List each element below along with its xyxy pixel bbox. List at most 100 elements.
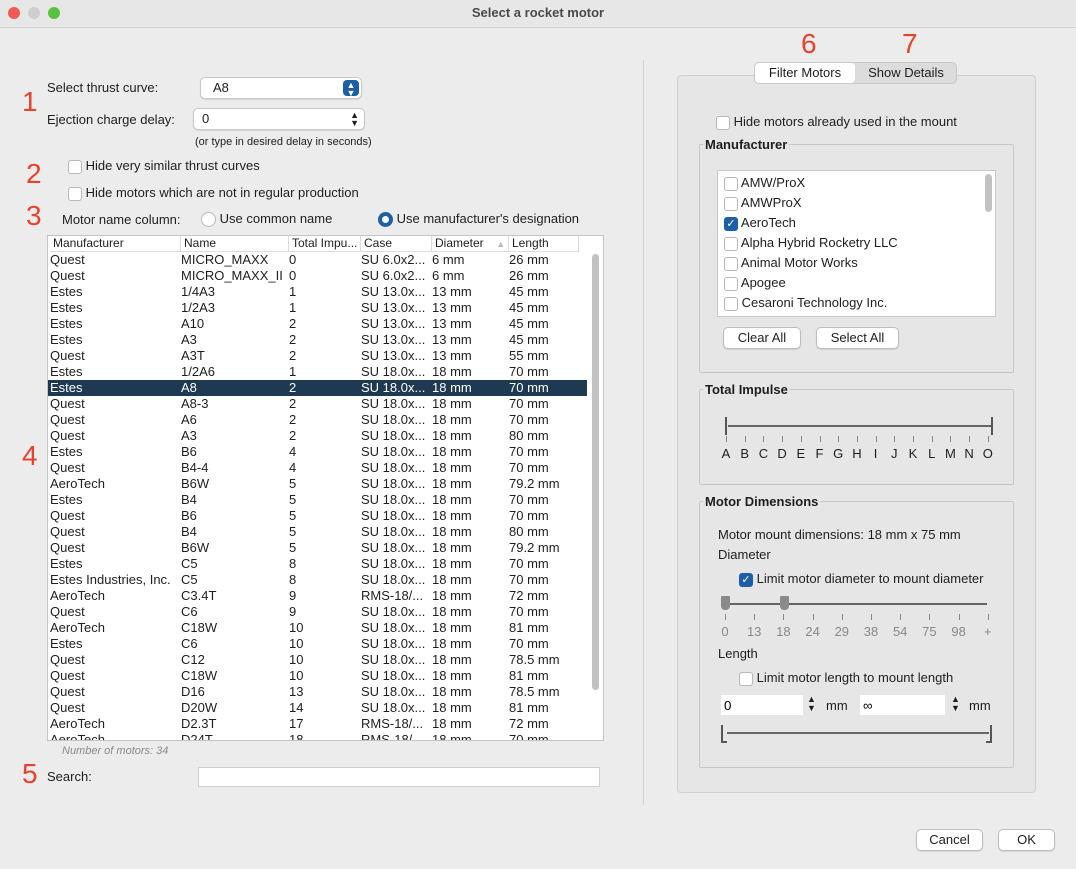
table-cell: AeroTech [50,476,105,491]
close-button[interactable] [8,7,20,19]
impulse-min-handle[interactable] [725,417,731,435]
table-row[interactable]: AeroTech D2.3T 17 RMS-18/... 18 mm 72 mm [48,716,587,732]
length-label: Length [718,646,758,661]
cancel-button[interactable]: Cancel [916,829,983,851]
table-cell: 70 mm [509,460,549,475]
zoom-button[interactable] [48,7,60,19]
minimize-button[interactable] [28,7,40,19]
table-row[interactable]: Quest B6 5 SU 18.0x... 18 mm 70 mm [48,508,587,524]
column-header[interactable]: Length [509,236,579,252]
select-all-button[interactable]: Select All [816,327,899,349]
diameter-tick-label: 98 [951,624,966,639]
manufacturer-item[interactable]: ✓ AeroTech [724,215,796,233]
table-row[interactable]: AeroTech C3.4T 9 RMS-18/... 18 mm 72 mm [48,588,587,604]
table-cell: SU 18.0x... [361,364,426,379]
table-cell: 72 mm [509,588,549,603]
length-max-input[interactable] [860,695,945,715]
manufacturer-scrollbar[interactable] [985,174,992,212]
hide-not-production-checkbox[interactable]: Hide motors which are not in regular pro… [68,185,359,201]
column-header[interactable]: Manufacturer [50,236,181,252]
clear-all-button[interactable]: Clear All [723,327,801,349]
table-row[interactable]: Estes 1/4A3 1 SU 13.0x... 13 mm 45 mm [48,284,587,300]
table-row[interactable]: Quest C12 10 SU 18.0x... 18 mm 78.5 mm [48,652,587,668]
column-header[interactable]: Diameter ▲ [432,236,509,252]
table-row[interactable]: Quest A6 2 SU 18.0x... 18 mm 70 mm [48,412,587,428]
table-row[interactable]: Quest B4 5 SU 18.0x... 18 mm 80 mm [48,524,587,540]
manufacturer-item[interactable]: Animal Motor Works [724,255,858,273]
ejection-delay-input[interactable]: 0 ▲ ▼ [193,108,365,130]
search-input[interactable] [198,767,600,787]
ok-button[interactable]: OK [998,829,1055,851]
column-header[interactable]: Total Impu... [289,236,361,252]
table-row[interactable]: Quest A3T 2 SU 13.0x... 13 mm 55 mm [48,348,587,364]
table-cell: 6 mm [432,252,465,267]
manufacturer-item[interactable]: Cesaroni Technology Inc. [724,295,887,313]
column-header[interactable]: Name [181,236,289,252]
table-cell: SU 13.0x... [361,284,426,299]
manufacturer-item[interactable]: AMWProX [724,195,802,213]
impulse-class-label: G [833,446,844,461]
table-row[interactable]: Quest B4-4 4 SU 18.0x... 18 mm 70 mm [48,460,587,476]
limit-diameter-checkbox[interactable]: ✓ Limit motor diameter to mount diameter [739,571,984,587]
length-max-handle[interactable] [986,725,992,743]
diameter-slider[interactable] [727,603,987,605]
table-row[interactable]: AeroTech D24T 18 RMS-18/... 18 mm 70 mm [48,732,587,740]
table-row[interactable]: Estes A3 2 SU 13.0x... 13 mm 45 mm [48,332,587,348]
manufacturer-item[interactable]: AMW/ProX [724,175,805,193]
table-cell: 18 mm [432,620,472,635]
length-slider[interactable] [727,732,989,734]
diameter-min-handle[interactable] [721,596,730,610]
length-min-stepper[interactable]: ▲ ▼ [807,695,816,713]
tab-filter-motors[interactable]: Filter Motors [755,63,855,83]
table-row[interactable]: Quest MICRO_MAXX 0 SU 6.0x2... 6 mm 26 mm [48,252,587,268]
column-header[interactable]: Case [361,236,432,252]
manufacturer-item[interactable]: Alpha Hybrid Rocketry LLC [724,235,898,253]
manufacturer-item[interactable]: Apogee [724,275,786,293]
table-row[interactable]: Quest D20W 14 SU 18.0x... 18 mm 81 mm [48,700,587,716]
manufacturer-designation-radio[interactable]: Use manufacturer's designation [378,211,579,228]
table-row[interactable]: Quest C18W 10 SU 18.0x... 18 mm 81 mm [48,668,587,684]
hide-similar-checkbox[interactable]: Hide very similar thrust curves [68,158,260,174]
impulse-max-handle[interactable] [987,417,993,435]
diameter-max-handle[interactable] [780,596,789,610]
thrust-curve-select[interactable]: A8 ▲ ▼ [200,77,362,99]
table-cell: SU 18.0x... [361,668,426,683]
table-cell: 70 mm [509,556,549,571]
impulse-slider[interactable] [728,425,992,427]
table-cell: SU 18.0x... [361,684,426,699]
hide-used-checkbox[interactable]: Hide motors already used in the mount [716,114,957,130]
table-cell: Quest [50,252,85,267]
table-scrollbar[interactable] [592,254,599,690]
table-row[interactable]: Estes A8 2 SU 18.0x... 18 mm 70 mm [48,380,587,396]
table-row[interactable]: Quest D16 13 SU 18.0x... 18 mm 78.5 mm [48,684,587,700]
table-cell: 10 [289,668,304,683]
table-row[interactable]: Estes C6 10 SU 18.0x... 18 mm 70 mm [48,636,587,652]
table-row[interactable]: Estes 1/2A3 1 SU 13.0x... 13 mm 45 mm [48,300,587,316]
limit-length-checkbox[interactable]: Limit motor length to mount length [739,670,953,686]
table-row[interactable]: Quest A3 2 SU 18.0x... 18 mm 80 mm [48,428,587,444]
length-min-handle[interactable] [721,725,727,743]
table-cell: AeroTech [50,716,105,731]
table-row[interactable]: Estes Industries, Inc. C5 8 SU 18.0x... 18 m… [48,572,587,588]
table-row[interactable]: Estes B6 4 SU 18.0x... 18 mm 70 mm [48,444,587,460]
table-row[interactable]: Quest MICRO_MAXX_II 0 SU 6.0x2... 6 mm 26 mm [48,268,587,284]
table-cell: SU 18.0x... [361,572,426,587]
manufacturer-title: Manufacturer [703,137,790,152]
tab-show-details[interactable]: Show Details [856,63,956,83]
table-row[interactable]: AeroTech C18W 10 SU 18.0x... 18 mm 81 mm [48,620,587,636]
table-row[interactable]: Estes C5 8 SU 18.0x... 18 mm 70 mm [48,556,587,572]
search-label: Search: [47,769,92,784]
length-max-stepper[interactable]: ▲ ▼ [951,695,960,713]
table-row[interactable]: Estes B4 5 SU 18.0x... 18 mm 70 mm [48,492,587,508]
table-row[interactable]: AeroTech B6W 5 SU 18.0x... 18 mm 79.2 mm [48,476,587,492]
motor-table[interactable]: Manufacturer Name Total Impu... Case Diamete… [47,235,604,741]
table-cell: 45 mm [509,300,549,315]
table-row[interactable]: Quest A8-3 2 SU 18.0x... 18 mm 70 mm [48,396,587,412]
manufacturer-list[interactable]: AMW/ProX AMWProX ✓ AeroTech Alpha Hybrid … [717,170,996,317]
common-name-radio[interactable]: Use common name [201,211,332,228]
table-row[interactable]: Estes A10 2 SU 13.0x... 13 mm 45 mm [48,316,587,332]
table-row[interactable]: Estes 1/2A6 1 SU 18.0x... 18 mm 70 mm [48,364,587,380]
length-min-input[interactable] [721,695,803,715]
table-row[interactable]: Quest B6W 5 SU 18.0x... 18 mm 79.2 mm [48,540,587,556]
table-row[interactable]: Quest C6 9 SU 18.0x... 18 mm 70 mm [48,604,587,620]
